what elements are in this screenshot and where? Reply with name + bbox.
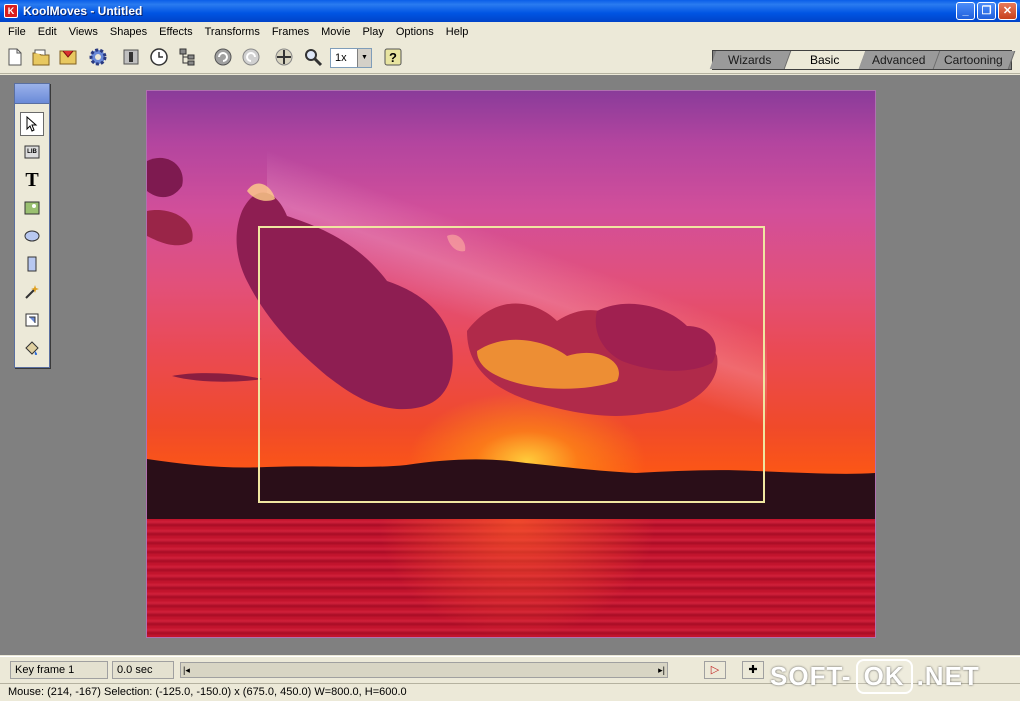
- selection-rectangle[interactable]: [258, 226, 765, 503]
- tab-cartooning-label: Cartooning: [943, 53, 1003, 67]
- title-bar: K KoolMoves - Untitled _ ❐ ✕: [0, 0, 1020, 22]
- rotate-right-icon[interactable]: [240, 46, 262, 68]
- palette-title-bar[interactable]: [15, 84, 49, 104]
- rotate-left-icon[interactable]: [212, 46, 234, 68]
- menu-shapes[interactable]: Shapes: [104, 22, 153, 42]
- move-cross-icon[interactable]: [273, 46, 295, 68]
- image-tool-icon[interactable]: [20, 196, 44, 220]
- library-tool-icon[interactable]: LIB: [20, 140, 44, 164]
- menu-transforms[interactable]: Transforms: [199, 22, 266, 42]
- text-tool-glyph: T: [25, 168, 39, 191]
- tab-advanced[interactable]: Advanced: [858, 51, 940, 69]
- ellipse-tool-icon[interactable]: [20, 224, 44, 248]
- save-icon[interactable]: [57, 46, 79, 68]
- tab-cartooning[interactable]: Cartooning: [933, 51, 1015, 69]
- keyframe-label: Key frame 1: [10, 661, 108, 679]
- mode-tabs: Wizards Basic Advanced Cartooning: [709, 50, 1015, 70]
- zoom-select[interactable]: 1x ▼: [330, 48, 372, 68]
- new-file-icon[interactable]: [4, 46, 26, 68]
- add-frame-button[interactable]: ✚: [742, 661, 764, 679]
- text-tool-icon[interactable]: T: [20, 168, 44, 192]
- watermark: SOFT- OK .NET: [770, 656, 1015, 696]
- menu-frames[interactable]: Frames: [266, 22, 315, 42]
- menu-effects[interactable]: Effects: [153, 22, 198, 42]
- close-button[interactable]: ✕: [998, 2, 1017, 20]
- arrow-tool-icon[interactable]: [20, 112, 44, 136]
- settings-gear-icon[interactable]: [87, 46, 109, 68]
- properties-icon[interactable]: [120, 46, 142, 68]
- tab-wizards[interactable]: Wizards: [709, 51, 791, 69]
- help-question-icon[interactable]: ?: [382, 46, 404, 68]
- tab-wizards-label: Wizards: [728, 53, 772, 67]
- water-glow: [377, 519, 657, 637]
- minimize-button[interactable]: _: [956, 2, 975, 20]
- chevron-down-icon[interactable]: ▼: [357, 49, 371, 67]
- stage-canvas[interactable]: [146, 90, 876, 638]
- menu-bar: File Edit Views Shapes Effects Transform…: [0, 22, 1020, 42]
- tab-basic-label: Basic: [809, 53, 839, 67]
- rectangle-tool-icon[interactable]: [20, 252, 44, 276]
- timing-clock-icon[interactable]: [148, 46, 170, 68]
- tab-advanced-label: Advanced: [872, 53, 926, 67]
- timeline-scrollbar[interactable]: |◂ ▸|: [180, 662, 668, 678]
- tool-palette: LIB T: [14, 83, 50, 368]
- app-icon: K: [4, 4, 18, 18]
- tab-basic[interactable]: Basic: [784, 51, 866, 69]
- menu-file[interactable]: File: [2, 22, 32, 42]
- magic-wand-tool-icon[interactable]: [20, 280, 44, 304]
- zoom-value: 1x: [335, 52, 347, 64]
- crop-tool-icon[interactable]: [20, 308, 44, 332]
- hierarchy-icon[interactable]: [177, 46, 199, 68]
- watermark-prefix: SOFT-: [770, 660, 852, 691]
- paint-bucket-tool-icon[interactable]: [20, 336, 44, 360]
- menu-views[interactable]: Views: [63, 22, 104, 42]
- time-label: 0.0 sec: [112, 661, 174, 679]
- watermark-suffix: .NET: [916, 660, 980, 691]
- window-title: KoolMoves - Untitled: [23, 4, 143, 18]
- menu-options[interactable]: Options: [390, 22, 440, 42]
- watermark-boxed: OK: [855, 658, 913, 694]
- menu-movie[interactable]: Movie: [315, 22, 356, 42]
- scroll-left-icon[interactable]: |◂: [183, 663, 190, 677]
- zoom-magnifier-icon[interactable]: [302, 46, 324, 68]
- help-glyph: ?: [389, 49, 397, 65]
- maximize-button[interactable]: ❐: [977, 2, 996, 20]
- menu-play[interactable]: Play: [356, 22, 389, 42]
- menu-help[interactable]: Help: [440, 22, 475, 42]
- play-button[interactable]: ▷: [704, 661, 726, 679]
- library-label: LIB: [27, 149, 37, 155]
- open-file-icon[interactable]: [30, 46, 52, 68]
- scroll-right-icon[interactable]: ▸|: [658, 663, 665, 677]
- window-controls: _ ❐ ✕: [956, 2, 1017, 20]
- menu-edit[interactable]: Edit: [32, 22, 63, 42]
